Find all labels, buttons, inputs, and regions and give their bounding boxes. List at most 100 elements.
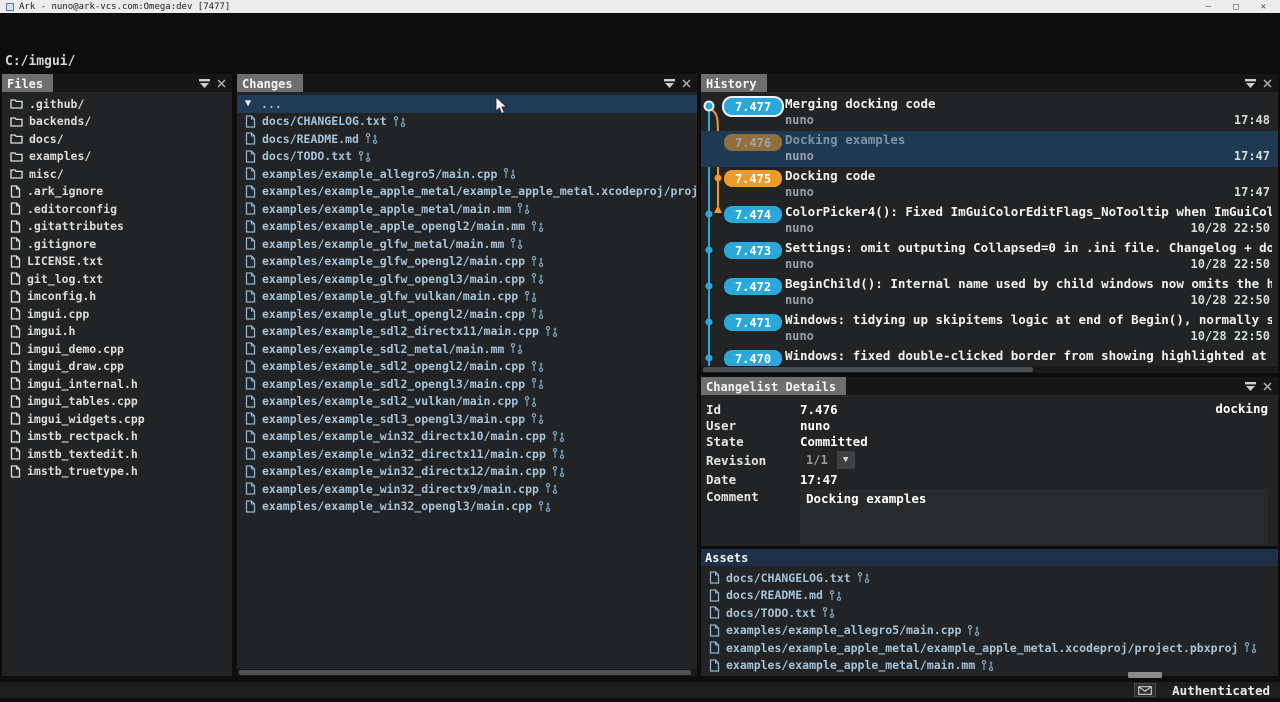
file-tree-item[interactable]: backends/ bbox=[2, 113, 232, 131]
changed-file-row[interactable]: examples/example_apple_metal/example_app… bbox=[237, 183, 697, 201]
file-tree-item[interactable]: imstb_rectpack.h bbox=[2, 428, 232, 446]
changes-hscrollbar[interactable] bbox=[237, 669, 697, 676]
field-label: Id bbox=[706, 402, 800, 417]
file-tree-item[interactable]: .gitattributes bbox=[2, 218, 232, 236]
comment-textbox[interactable]: Docking examples bbox=[800, 489, 1268, 545]
collapse-triangle-icon[interactable]: ▼ bbox=[245, 98, 251, 109]
asset-row[interactable]: examples/example_apple_metal/example_app… bbox=[701, 639, 1278, 657]
file-tree-item[interactable]: imgui_widgets.cpp bbox=[2, 410, 232, 428]
revision-badge[interactable]: 7.475 bbox=[724, 170, 782, 187]
commit-row[interactable]: 7.474ColorPicker4(): Fixed ImGuiColorEdi… bbox=[701, 203, 1278, 239]
revision-badge[interactable]: 7.477 bbox=[724, 98, 782, 115]
changed-file-row[interactable]: examples/example_sdl2_vulkan/main.cpp bbox=[237, 393, 697, 411]
changed-file-row[interactable]: docs/CHANGELOG.txt bbox=[237, 113, 697, 131]
revision-badge[interactable]: 7.472 bbox=[724, 278, 782, 295]
commit-row[interactable]: 7.475Docking codenuno17:47 bbox=[701, 167, 1278, 203]
changed-file-row[interactable]: examples/example_win32_opengl3/main.cpp bbox=[237, 498, 697, 516]
asset-row[interactable]: docs/TODO.txt bbox=[701, 604, 1278, 622]
revision-badge[interactable]: 7.470 bbox=[724, 350, 782, 366]
changed-file-row[interactable]: docs/README.md bbox=[237, 130, 697, 148]
asset-row[interactable]: examples/example_apple_opengl2/main.mm bbox=[701, 674, 1278, 676]
commit-row[interactable]: 7.471Windows: tidying up skipitems logic… bbox=[701, 311, 1278, 347]
close-icon[interactable] bbox=[216, 78, 227, 89]
file-tree-item[interactable]: .ark_ignore bbox=[2, 183, 232, 201]
files-tab[interactable]: Files bbox=[2, 74, 53, 92]
filter-icon[interactable] bbox=[1244, 380, 1257, 392]
file-tree-item[interactable]: imgui_internal.h bbox=[2, 375, 232, 393]
file-tree-item[interactable]: .editorconfig bbox=[2, 200, 232, 218]
changed-file-row[interactable]: examples/example_sdl2_opengl2/main.cpp bbox=[237, 358, 697, 376]
close-button[interactable]: ✕ bbox=[1261, 2, 1266, 12]
changed-file-row[interactable]: examples/example_win32_directx12/main.cp… bbox=[237, 463, 697, 481]
details-tab[interactable]: Changelist Details bbox=[701, 377, 846, 395]
commit-row[interactable]: 7.476Docking examplesnuno17:47 bbox=[701, 131, 1278, 167]
filter-icon[interactable] bbox=[1244, 77, 1257, 89]
file-tree-item[interactable]: imgui_draw.cpp bbox=[2, 358, 232, 376]
revision-dropdown-button[interactable]: ▼ bbox=[837, 451, 855, 469]
changed-file-row[interactable]: examples/example_win32_directx9/main.cpp bbox=[237, 480, 697, 498]
changed-file-row[interactable]: examples/example_win32_directx10/main.cp… bbox=[237, 428, 697, 446]
commit-row[interactable]: 7.470Windows: fixed double-clicked borde… bbox=[701, 347, 1278, 366]
file-name: imgui_demo.cpp bbox=[27, 342, 124, 356]
file-tree-item[interactable]: .github/ bbox=[2, 95, 232, 113]
field-label: Comment bbox=[706, 489, 800, 545]
commit-row[interactable]: 7.473Settings: omit outputing Collapsed=… bbox=[701, 239, 1278, 275]
changed-file-row[interactable]: examples/example_sdl3_opengl3/main.cpp bbox=[237, 410, 697, 428]
changed-file-row[interactable]: examples/example_glfw_metal/main.mm bbox=[237, 235, 697, 253]
commit-row[interactable]: 7.477Merging docking codenuno17:48 bbox=[701, 95, 1278, 131]
revision-badge[interactable]: 7.471 bbox=[724, 314, 782, 331]
maximize-button[interactable]: □ bbox=[1233, 2, 1238, 12]
file-tree-item[interactable]: imstb_truetype.h bbox=[2, 463, 232, 481]
asset-row[interactable]: docs/CHANGELOG.txt bbox=[701, 569, 1278, 587]
asset-row[interactable]: docs/README.md bbox=[701, 587, 1278, 605]
changed-file-row[interactable]: examples/example_sdl2_opengl3/main.cpp bbox=[237, 375, 697, 393]
file-tree-item[interactable]: misc/ bbox=[2, 165, 232, 183]
history-tab[interactable]: History bbox=[701, 74, 767, 92]
revision-badge[interactable]: 7.476 bbox=[724, 134, 782, 151]
filter-icon[interactable] bbox=[198, 77, 211, 89]
assets-scrollbar-thumb[interactable] bbox=[1128, 672, 1162, 678]
minimize-button[interactable]: – bbox=[1206, 2, 1211, 12]
close-icon[interactable] bbox=[1262, 381, 1273, 392]
changed-file-row[interactable]: examples/example_glfw_opengl2/main.cpp bbox=[237, 253, 697, 271]
mail-icon[interactable] bbox=[1134, 683, 1156, 697]
file-name: imgui_internal.h bbox=[27, 377, 138, 391]
file-tree-item[interactable]: docs/ bbox=[2, 130, 232, 148]
file-tree-item[interactable]: imstb_textedit.h bbox=[2, 445, 232, 463]
changed-file-row[interactable]: docs/TODO.txt bbox=[237, 148, 697, 166]
changed-file-row[interactable]: examples/example_glfw_opengl3/main.cpp bbox=[237, 270, 697, 288]
file-tree-item[interactable]: imgui.cpp bbox=[2, 305, 232, 323]
changed-file-row[interactable]: examples/example_allegro5/main.cpp bbox=[237, 165, 697, 183]
commit-time: 10/28 22:50 bbox=[1191, 329, 1270, 343]
file-tree-item[interactable]: examples/ bbox=[2, 148, 232, 166]
file-tree-item[interactable]: imgui_demo.cpp bbox=[2, 340, 232, 358]
history-hscrollbar[interactable] bbox=[701, 366, 1278, 373]
commit-row[interactable]: 7.472BeginChild(): Internal name used by… bbox=[701, 275, 1278, 311]
changes-root-row[interactable]: ▼... bbox=[237, 95, 697, 113]
file-tree-item[interactable]: LICENSE.txt bbox=[2, 253, 232, 271]
changes-panel-header: Changes bbox=[237, 74, 697, 92]
changed-file-path: examples/example_win32_directx11/main.cp… bbox=[262, 447, 546, 461]
file-tree-item[interactable]: imgui_tables.cpp bbox=[2, 393, 232, 411]
changes-tab[interactable]: Changes bbox=[237, 74, 303, 92]
changed-file-row[interactable]: examples/example_apple_metal/main.mm bbox=[237, 200, 697, 218]
revision-badge[interactable]: 7.474 bbox=[724, 206, 782, 223]
changed-file-row[interactable]: examples/example_sdl2_metal/main.mm bbox=[237, 340, 697, 358]
close-icon[interactable] bbox=[681, 78, 692, 89]
changed-file-row[interactable]: examples/example_sdl2_directx11/main.cpp bbox=[237, 323, 697, 341]
file-tree-item[interactable]: imgui.h bbox=[2, 323, 232, 341]
asset-row[interactable]: examples/example_apple_metal/main.mm bbox=[701, 657, 1278, 675]
changed-file-row[interactable]: examples/example_apple_opengl2/main.mm bbox=[237, 218, 697, 236]
file-tree-item[interactable]: .gitignore bbox=[2, 235, 232, 253]
changed-file-row[interactable]: examples/example_glfw_vulkan/main.cpp bbox=[237, 288, 697, 306]
changed-file-row[interactable]: examples/example_glut_opengl2/main.cpp bbox=[237, 305, 697, 323]
commit-time: 17:47 bbox=[1234, 149, 1270, 163]
filter-icon[interactable] bbox=[663, 77, 676, 89]
changed-file-row[interactable]: examples/example_win32_directx11/main.cp… bbox=[237, 445, 697, 463]
asset-row[interactable]: examples/example_allegro5/main.cpp bbox=[701, 622, 1278, 640]
file-tree-item[interactable]: imconfig.h bbox=[2, 288, 232, 306]
file-tree-item[interactable]: git_log.txt bbox=[2, 270, 232, 288]
revision-badge[interactable]: 7.473 bbox=[724, 242, 782, 259]
close-icon[interactable] bbox=[1262, 78, 1273, 89]
field-label: Date bbox=[706, 472, 800, 487]
